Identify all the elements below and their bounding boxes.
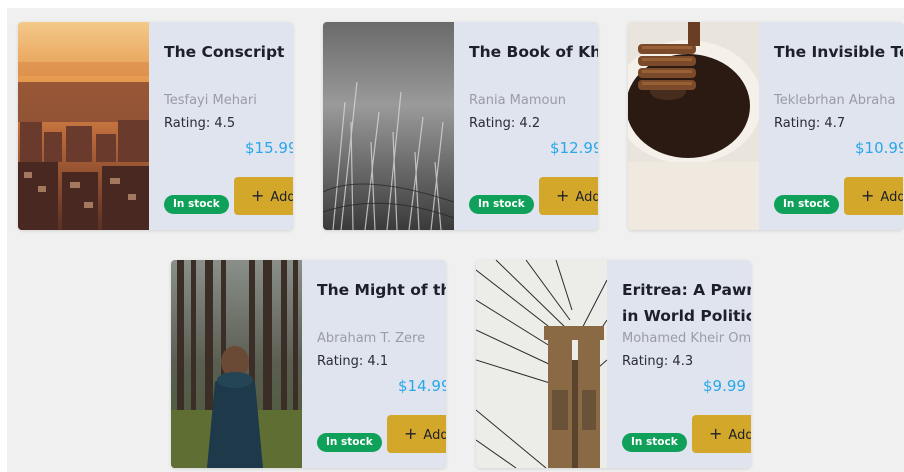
book-price: $15.99 — [245, 139, 293, 157]
plus-icon: + — [861, 186, 875, 205]
book-info: The Might of the Abraham T. Zere Rating:… — [302, 260, 446, 468]
book-author: Rania Mamoun — [469, 93, 566, 108]
book-rating: Rating: 4.1 — [317, 354, 389, 369]
book-cover-image — [476, 260, 607, 468]
plus-icon: + — [251, 186, 265, 205]
plus-icon: + — [404, 424, 418, 443]
book-title[interactable]: The Book of Khalid — [469, 39, 598, 65]
add-to-cart-button[interactable]: + Add — [692, 415, 751, 453]
book-card[interactable]: Eritrea: A Pawn in World Politics Mohame… — [476, 260, 751, 468]
add-button-label: Add — [270, 190, 293, 205]
book-rating: Rating: 4.2 — [469, 116, 541, 131]
add-to-cart-button[interactable]: + Add — [844, 177, 903, 215]
stock-badge: In stock — [622, 433, 687, 452]
stock-badge: In stock — [164, 195, 229, 214]
add-to-cart-button[interactable]: + Add — [539, 177, 598, 215]
book-card[interactable]: The Conscript Tesfayi Mehari Rating: 4.5… — [18, 22, 293, 230]
book-price: $12.99 — [550, 139, 598, 157]
add-button-label: Add — [575, 190, 598, 205]
book-grid: The Conscript Tesfayi Mehari Rating: 4.5… — [7, 8, 904, 472]
book-title[interactable]: The Invisible Teacher — [774, 39, 903, 65]
book-cover-image — [323, 22, 454, 230]
book-author: Abraham T. Zere — [317, 331, 426, 346]
book-price: $14.99 — [398, 377, 446, 395]
stock-badge: In stock — [774, 195, 839, 214]
plus-icon: + — [556, 186, 570, 205]
book-info: Eritrea: A Pawn in World Politics Mohame… — [607, 260, 751, 468]
book-price: $9.99 — [703, 377, 746, 395]
book-author: Mohamed Kheir Omer — [622, 331, 751, 346]
book-title[interactable]: The Conscript — [164, 39, 293, 65]
book-info: The Book of Khalid Rania Mamoun Rating: … — [454, 22, 598, 230]
add-button-label: Add — [728, 428, 751, 443]
book-rating: Rating: 4.3 — [622, 354, 694, 369]
book-rating: Rating: 4.7 — [774, 116, 846, 131]
stock-badge: In stock — [469, 195, 534, 214]
add-button-label: Add — [423, 428, 446, 443]
book-info: The Conscript Tesfayi Mehari Rating: 4.5… — [149, 22, 293, 230]
book-card[interactable]: The Invisible Teacher Teklebrhan Abraha … — [628, 22, 903, 230]
book-card[interactable]: The Might of the Abraham T. Zere Rating:… — [171, 260, 446, 468]
book-title[interactable]: Eritrea: A Pawn in World Politics — [622, 277, 751, 329]
book-title[interactable]: The Might of the — [317, 277, 446, 303]
book-cover-image — [18, 22, 149, 230]
add-to-cart-button[interactable]: + Add — [234, 177, 293, 215]
book-rating: Rating: 4.5 — [164, 116, 236, 131]
add-to-cart-button[interactable]: + Add — [387, 415, 446, 453]
book-author: Tesfayi Mehari — [164, 93, 257, 108]
book-author: Teklebrhan Abraha — [774, 93, 896, 108]
add-button-label: Add — [880, 190, 903, 205]
book-card[interactable]: The Book of Khalid Rania Mamoun Rating: … — [323, 22, 598, 230]
book-info: The Invisible Teacher Teklebrhan Abraha … — [759, 22, 903, 230]
book-cover-image — [628, 22, 759, 230]
plus-icon: + — [709, 424, 723, 443]
book-price: $10.99 — [855, 139, 903, 157]
stock-badge: In stock — [317, 433, 382, 452]
book-cover-image — [171, 260, 302, 468]
